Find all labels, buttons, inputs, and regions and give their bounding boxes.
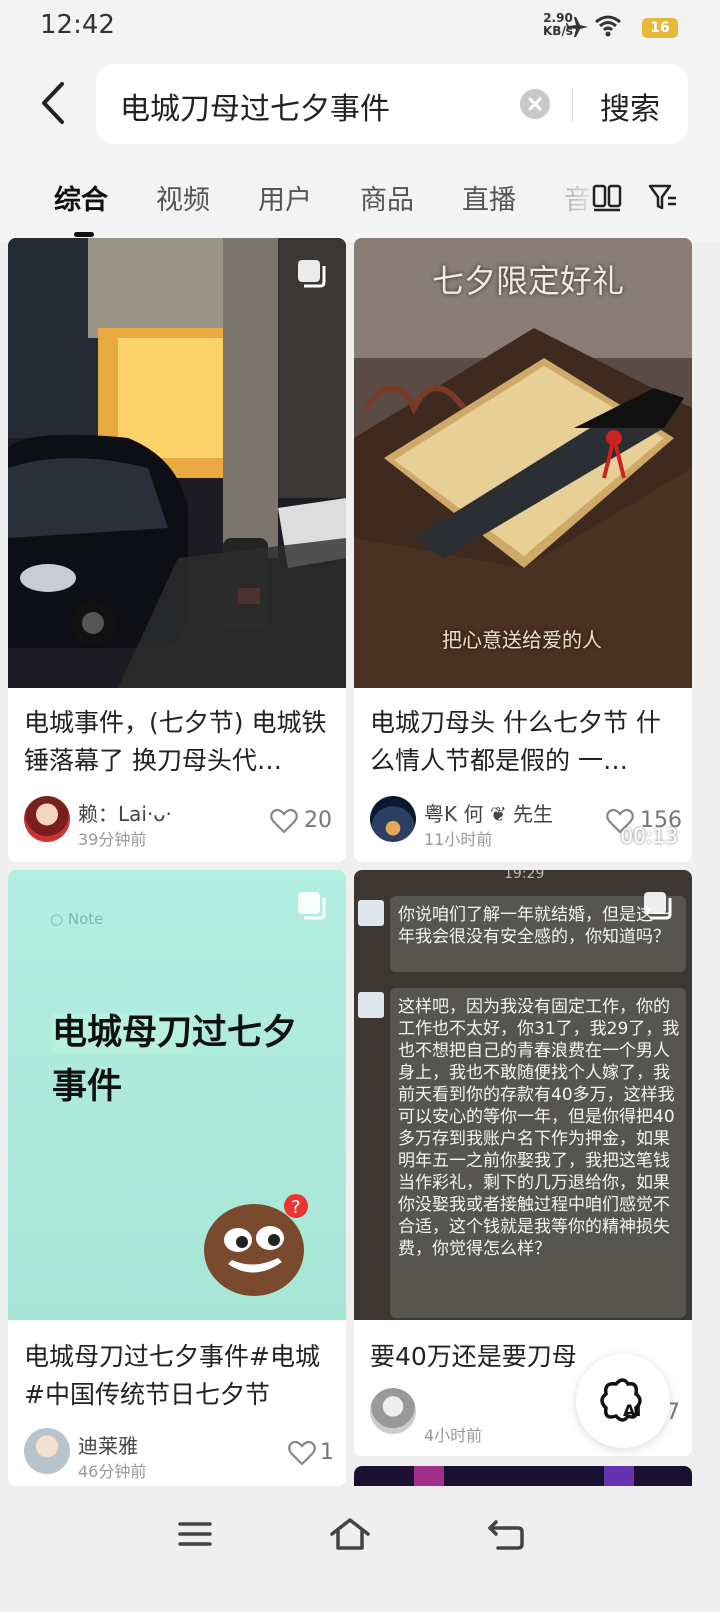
airplane-icon [566,17,588,37]
card-cover-chat-screenshot: 19:29 你说咱们了解一年就结婚，但是这一年我会很没有安全感的，你知道吗？ 这… [354,870,692,1320]
chat-message-2: 这样吧，因为我没有固定工作，你的工作也不太好，你31了，我29了，我也不想把自己… [398,997,680,1259]
note-title: 电城母刀过七夕事件 [52,1006,312,1114]
chat-avatar [358,900,384,926]
partial-cover-accent [414,1466,444,1486]
result-card[interactable]: 电城事件，(七夕节) 电城铁锤落幕了 换刀母头代… 赖：Lai·ᴗ· 39分钟前… [8,238,346,862]
close-icon [528,97,542,111]
tab-users[interactable]: 用户 [258,178,312,217]
card-title: 电城刀母头 什么七夕节 什么情人节都是假的 一… [370,708,661,775]
active-tab-indicator [74,232,94,237]
cover-text: 七夕限定好礼 [432,262,625,300]
search-button[interactable]: 搜索 [600,84,660,128]
note-tag-label: Note [67,910,104,928]
system-nav-bar [0,1486,720,1612]
result-card[interactable]: ○ Note 电城母刀过七夕事件 ? 电城母刀过七夕事件#电城 #中国传统节日七… [8,870,346,1486]
multi-image-icon [298,892,326,920]
card-cover-note: ○ Note 电城母刀过七夕事件 ? [8,870,346,1320]
search-box[interactable]: 电城刀母过七夕事件 搜索 [96,64,688,144]
tab-live[interactable]: 直播 [462,178,516,217]
multi-image-icon [644,892,672,920]
clear-search-button[interactable] [520,89,550,119]
wifi-icon [595,15,621,37]
avatar[interactable] [370,1388,416,1434]
chat-message-1: 你说咱们了解一年就结婚，但是这一年我会很没有安全感的，你知道吗？ [398,905,670,947]
chat-avatar [358,992,384,1018]
tab-comprehensive[interactable]: 综合 [54,178,108,217]
back-nav-icon[interactable] [482,1514,532,1554]
svg-text:?: ? [291,1197,301,1218]
author-name[interactable]: 赖：Lai·ᴗ· [78,798,172,827]
ai-flower-icon: AI [600,1378,642,1422]
like-count: 20 [304,808,332,833]
search-divider [572,88,573,122]
search-header: 电城刀母过七夕事件 搜索 [0,56,720,156]
heart-icon[interactable] [606,808,634,834]
tab-video[interactable]: 视频 [156,178,210,217]
card-title: 电城母刀过七夕事件#电城 #中国传统节日七夕节 [24,1342,320,1409]
search-query[interactable]: 电城刀母过七夕事件 [120,84,390,128]
result-card[interactable]: 七夕限定好礼 把心意送给爱的人 00:13 电城刀母头 什么七夕节 什么情人节都… [354,238,692,862]
menu-icon[interactable] [170,1514,220,1554]
avatar[interactable] [24,796,70,842]
note-title-highlight: 电城母刀 [52,1013,193,1053]
note-tag: ○ Note [50,910,104,928]
post-time: 39分钟前 [78,830,147,849]
multi-image-icon [298,260,326,288]
ai-label: AI [623,1401,641,1420]
like-count: 1 [320,1440,334,1465]
ai-assistant-button[interactable]: AI [576,1354,670,1448]
card-title: 电城事件，(七夕节) 电城铁锤落幕了 换刀母头代… [24,708,327,775]
tab-products[interactable]: 商品 [360,178,414,217]
like-count: 156 [640,808,682,833]
dual-column-layout-icon[interactable] [590,180,624,214]
cover-subtext: 把心意送给爱的人 [442,628,602,652]
battery-level: 16 [642,18,678,38]
emoji-sticker: ? [204,1194,308,1296]
avatar[interactable] [370,796,416,842]
author-name[interactable]: 迪莱雅 [78,1430,138,1459]
filter-icon[interactable] [646,180,680,214]
post-time: 46分钟前 [78,1462,147,1481]
post-time: 4小时前 [424,1426,483,1445]
heart-icon[interactable] [288,1440,316,1466]
avatar[interactable] [24,1428,70,1474]
status-time: 12:42 [40,10,115,40]
chat-time: 19:29 [504,870,545,882]
result-tabs: 综合 视频 用户 商品 直播 音 [0,156,720,242]
status-bar: 12:42 2.90 KB/s 16 [0,0,720,56]
author-name[interactable]: 粤K 何 ❦ 先生 [424,798,553,827]
card-cover-video [354,238,692,688]
post-time: 11小时前 [424,830,493,849]
heart-icon[interactable] [270,808,298,834]
card-cover-image [8,238,346,688]
home-icon[interactable] [325,1514,375,1554]
back-arrow-icon[interactable] [34,78,74,128]
partial-cover-accent [604,1466,634,1486]
